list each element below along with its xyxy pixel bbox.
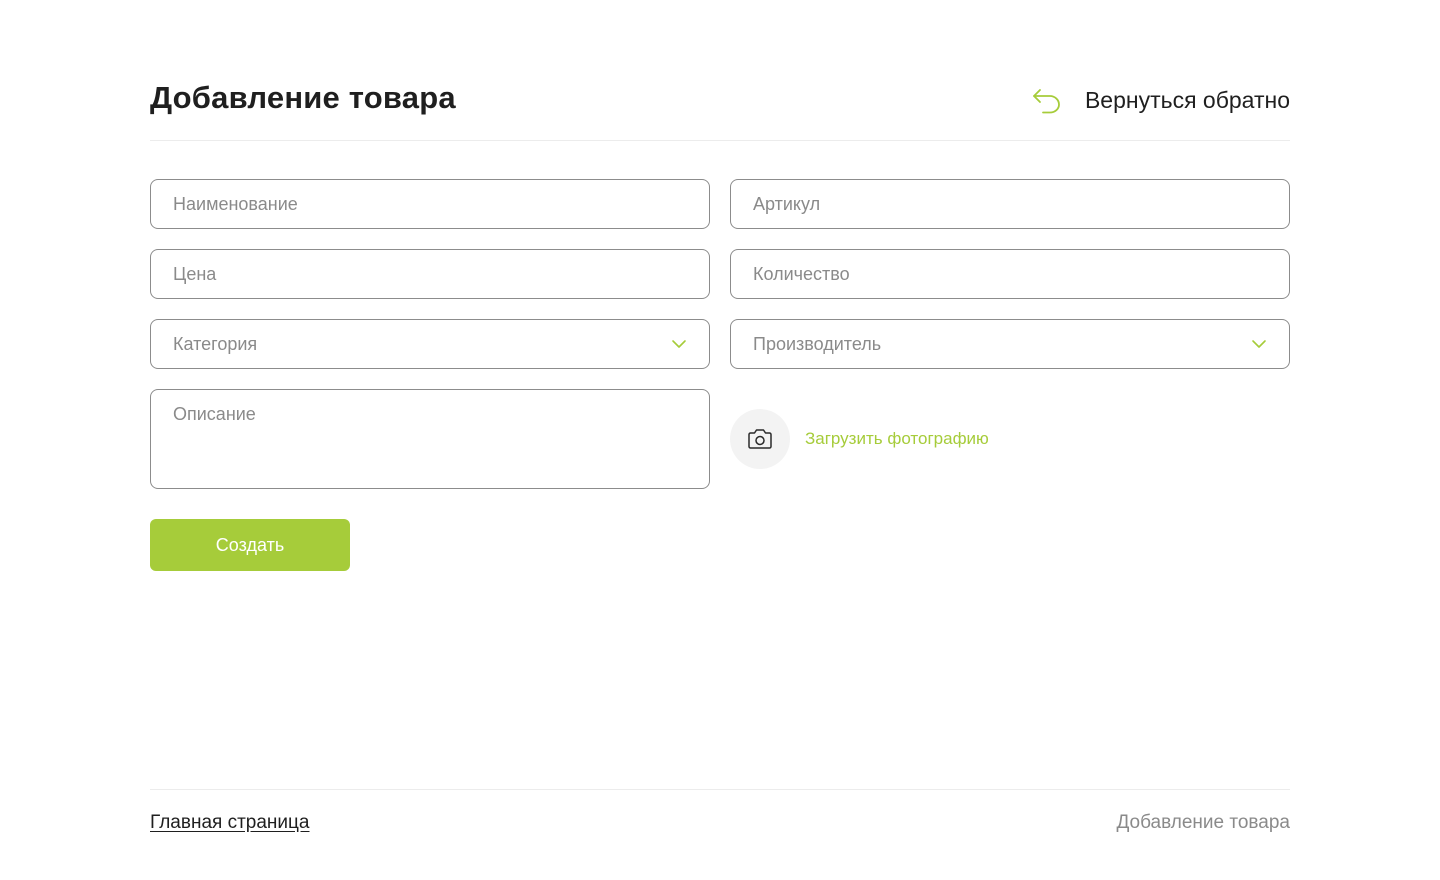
price-input[interactable]: [150, 249, 710, 299]
manufacturer-select-placeholder: Производитель: [753, 333, 882, 354]
page-title: Добавление товара: [150, 80, 456, 115]
footer-divider: [150, 789, 1290, 790]
upload-photo-label: Загрузить фотографию: [805, 429, 989, 448]
back-link-label: Вернуться обратно: [1084, 86, 1290, 113]
create-button[interactable]: Создать: [150, 519, 350, 571]
undo-arrow-icon: [1031, 84, 1063, 116]
category-select-placeholder: Категория: [173, 333, 258, 354]
page: Добавление товара Вернуться обратно Кате…: [150, 0, 1290, 880]
article-input[interactable]: [730, 179, 1290, 229]
manufacturer-select[interactable]: Производитель: [730, 319, 1290, 369]
header-divider: [150, 140, 1290, 141]
description-textarea[interactable]: [150, 389, 710, 489]
breadcrumb-home-link[interactable]: Главная страница: [150, 812, 310, 834]
chevron-down-icon: [1251, 336, 1267, 352]
upload-photo-button[interactable]: Загрузить фотографию: [730, 409, 989, 469]
chevron-down-icon: [671, 336, 687, 352]
upload-photo-circle: [730, 409, 790, 469]
breadcrumb-current: Добавление товара: [1116, 812, 1290, 833]
back-link[interactable]: Вернуться обратно: [1031, 82, 1290, 118]
category-select[interactable]: Категория: [150, 319, 710, 369]
name-input[interactable]: [150, 179, 710, 229]
page-header: Добавление товара Вернуться обратно: [150, 70, 1290, 130]
camera-icon: [746, 427, 774, 451]
breadcrumb: Главная страница Добавление товара: [150, 808, 1290, 840]
quantity-input[interactable]: [730, 249, 1290, 299]
